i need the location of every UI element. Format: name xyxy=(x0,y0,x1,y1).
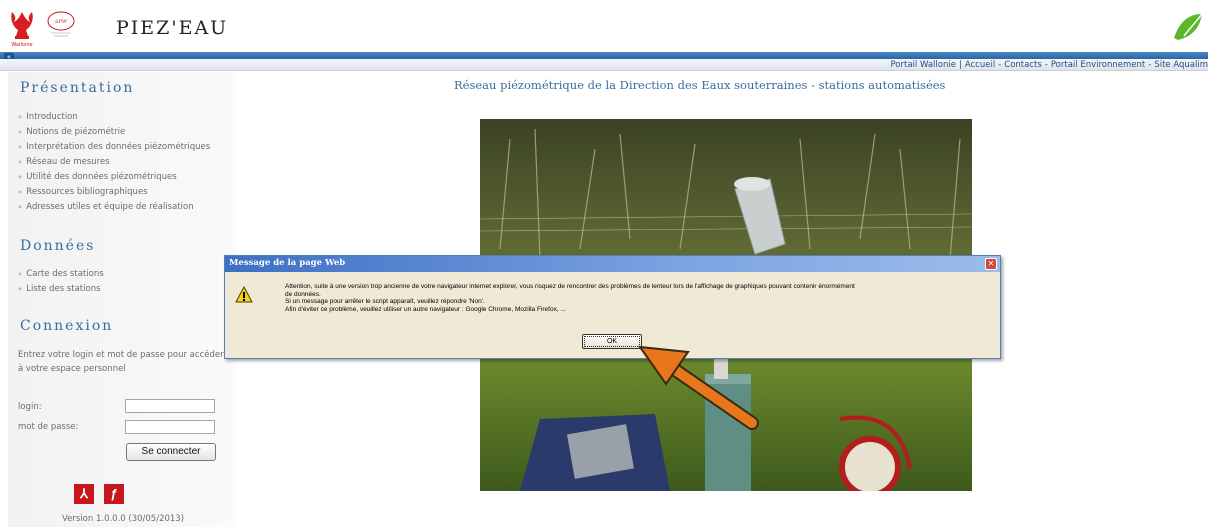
login-label: login: xyxy=(18,402,42,412)
flash-icon[interactable]: ƒ xyxy=(104,484,124,504)
bullet-icon: » xyxy=(18,285,23,293)
page-title: Réseau piézométrique de la Direction des… xyxy=(454,78,946,92)
dialog-message: Attention, suite à une version trop anci… xyxy=(285,283,990,313)
pdf-icon[interactable]: ⅄ xyxy=(74,484,94,504)
warning-icon xyxy=(235,286,253,303)
app-title: PIEZ'EAU xyxy=(116,17,229,39)
menu-item-label: Ressources bibliographiques xyxy=(26,187,148,197)
link-contacts[interactable]: Contacts xyxy=(1004,60,1042,70)
close-icon[interactable]: ✕ xyxy=(985,258,997,270)
menu-item-notions[interactable]: » Notions de piézométrie xyxy=(18,125,210,140)
bullet-icon: » xyxy=(18,270,23,278)
wallonie-logo[interactable]: Wallonie xyxy=(6,8,38,48)
dialog-titlebar[interactable]: Message de la page Web ✕ xyxy=(225,256,1000,272)
dialog-message-line: Si un message pour arrêter le script app… xyxy=(285,298,485,305)
menu-item-ressources[interactable]: » Ressources bibliographiques xyxy=(18,185,210,200)
ok-button[interactable]: OK xyxy=(582,334,642,349)
bullet-icon: » xyxy=(18,188,23,196)
bullet-icon: » xyxy=(18,203,23,211)
link-portail-wallonie[interactable]: Portail Wallonie xyxy=(890,60,955,70)
wallonie-logo-caption: Wallonie xyxy=(11,42,32,48)
menu-item-adresses[interactable]: » Adresses utiles et équipe de réalisatio… xyxy=(18,200,210,215)
donnees-menu: » Carte des stations » Liste des stations xyxy=(18,267,104,297)
menu-item-introduction[interactable]: » Introduction xyxy=(18,110,210,125)
menu-item-label: Introduction xyxy=(26,112,78,122)
login-input[interactable] xyxy=(125,399,215,413)
menu-item-reseau[interactable]: » Réseau de mesures xyxy=(18,155,210,170)
donnees-heading: Données xyxy=(20,238,96,254)
link-accueil[interactable]: Accueil xyxy=(965,60,995,70)
sidebar: Présentation » Introduction » Notions de p… xyxy=(8,72,236,527)
top-blue-bar xyxy=(0,52,1208,59)
menu-item-label: Interprétation des données piézométrique… xyxy=(26,142,211,152)
menu-item-label: Utilité des données piézométriques xyxy=(26,172,177,182)
menu-item-carte-stations[interactable]: » Carte des stations xyxy=(18,267,104,282)
menu-item-liste-stations[interactable]: » Liste des stations xyxy=(18,282,104,297)
spw-logo[interactable]: SPW xyxy=(46,10,76,40)
connexion-description: Entrez votre login et mot de passe pour … xyxy=(18,350,224,374)
link-site-aqualim[interactable]: Site Aqualim xyxy=(1154,60,1208,70)
bullet-icon: » xyxy=(18,128,23,136)
dialog-message-line: de données. xyxy=(285,290,321,298)
presentation-heading: Présentation xyxy=(20,80,135,96)
dialog-title: Message de la page Web xyxy=(229,258,346,268)
partner-logo[interactable] xyxy=(1170,10,1204,42)
connect-button[interactable]: Se connecter xyxy=(126,443,216,461)
link-portail-environnement[interactable]: Portail Environnement xyxy=(1051,60,1145,70)
password-label: mot de passe: xyxy=(18,422,79,432)
version-text: Version 1.0.0.0 (30/05/2013) xyxy=(62,514,185,524)
menu-item-label: Liste des stations xyxy=(26,284,101,294)
bullet-icon: » xyxy=(18,173,23,181)
connexion-heading: Connexion xyxy=(20,318,114,334)
menu-item-utilite[interactable]: » Utilité des données piézométriques xyxy=(18,170,210,185)
menu-item-label: Notions de piézométrie xyxy=(26,127,126,137)
web-message-dialog: Message de la page Web ✕ Attention, suit… xyxy=(224,255,1001,359)
password-input[interactable] xyxy=(125,420,215,434)
bullet-icon: » xyxy=(18,158,23,166)
menu-item-label: Adresses utiles et équipe de réalisation xyxy=(26,202,194,212)
menu-item-interpretation[interactable]: » Interprétation des données piézométriqu… xyxy=(18,140,210,155)
menu-item-label: Réseau de mesures xyxy=(26,157,110,167)
dialog-message-line: Attention, suite à une version trop anci… xyxy=(285,283,855,290)
top-links-bar: Portail Wallonie | Accueil - Contacts - Portai… xyxy=(0,59,1208,71)
bullet-icon: » xyxy=(18,113,23,121)
header: Wallonie SPW PIEZ'EAU xyxy=(0,0,1208,52)
bullet-icon: » xyxy=(18,143,23,151)
dialog-message-line: Afin d'éviter ce problème, veuillez util… xyxy=(285,305,566,313)
spw-logo-caption: SPW xyxy=(55,19,68,25)
menu-item-label: Carte des stations xyxy=(26,269,104,279)
presentation-menu: » Introduction » Notions de piézométrie » I… xyxy=(18,110,210,215)
